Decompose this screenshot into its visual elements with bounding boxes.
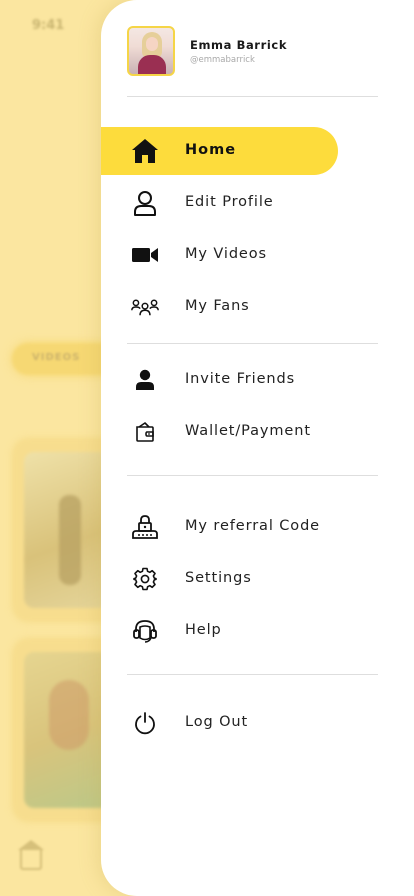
person-icon bbox=[131, 366, 159, 394]
gear-icon bbox=[131, 565, 159, 593]
divider bbox=[127, 674, 378, 675]
menu-item-settings[interactable]: Settings bbox=[101, 555, 341, 603]
videos-tab-label: VIDEOS bbox=[32, 352, 81, 363]
home-icon bbox=[131, 137, 159, 165]
menu-item-log-out[interactable]: Log Out bbox=[101, 699, 341, 747]
video-camera-icon bbox=[131, 241, 159, 269]
menu-label-wallet-payment: Wallet/Payment bbox=[185, 423, 311, 439]
menu-label-edit-profile: Edit Profile bbox=[185, 194, 274, 210]
headset-icon bbox=[131, 617, 159, 645]
referral-code-icon bbox=[131, 513, 159, 541]
menu-item-my-fans[interactable]: My Fans bbox=[101, 283, 341, 331]
menu-item-edit-profile[interactable]: Edit Profile bbox=[101, 179, 341, 227]
divider bbox=[127, 343, 378, 344]
divider bbox=[127, 96, 378, 97]
menu-label-settings: Settings bbox=[185, 570, 252, 586]
menu-label-help: Help bbox=[185, 622, 222, 638]
menu-item-home[interactable]: Home bbox=[101, 127, 338, 175]
avatar-face bbox=[146, 37, 158, 51]
menu-item-my-videos[interactable]: My Videos bbox=[101, 231, 341, 279]
profile-name: Emma Barrick bbox=[190, 38, 288, 52]
profile-handle: @emmabarrick bbox=[190, 55, 255, 65]
menu-label-my-videos: My Videos bbox=[185, 246, 267, 262]
status-bar-time: 9:41 bbox=[32, 18, 65, 33]
divider bbox=[127, 475, 378, 476]
thumbnail-figure bbox=[59, 495, 81, 585]
bottom-nav-home-icon[interactable] bbox=[18, 840, 44, 870]
wallet-icon bbox=[131, 418, 159, 446]
menu-label-referral-code: My referral Code bbox=[185, 518, 321, 534]
navigation-drawer: Emma Barrick @emmabarrick Home Edit Prof… bbox=[101, 0, 414, 896]
profile-header[interactable]: Emma Barrick @emmabarrick bbox=[127, 26, 387, 78]
menu-item-help[interactable]: Help bbox=[101, 607, 341, 655]
avatar-body bbox=[138, 55, 166, 74]
power-icon bbox=[131, 709, 159, 737]
menu-label-home: Home bbox=[185, 142, 237, 158]
thumbnail-figure bbox=[49, 680, 89, 750]
group-icon bbox=[131, 293, 159, 321]
avatar[interactable] bbox=[127, 26, 175, 76]
menu-label-invite-friends: Invite Friends bbox=[185, 371, 296, 387]
menu-item-invite-friends[interactable]: Invite Friends bbox=[101, 356, 341, 404]
menu-label-my-fans: My Fans bbox=[185, 298, 250, 314]
menu-item-referral-code[interactable]: My referral Code bbox=[101, 503, 341, 551]
menu-label-log-out: Log Out bbox=[185, 714, 249, 730]
user-outline-icon bbox=[131, 189, 159, 217]
menu-item-wallet-payment[interactable]: Wallet/Payment bbox=[101, 408, 341, 456]
